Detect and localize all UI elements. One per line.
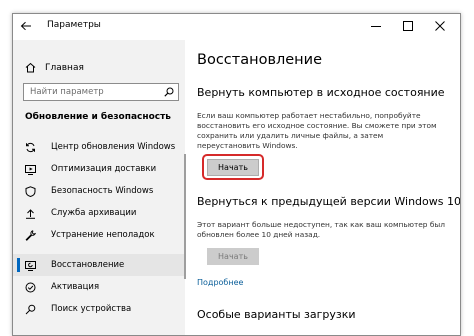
- sidebar-scrollbar[interactable]: [184, 154, 186, 279]
- home-icon: [25, 62, 36, 73]
- search-input[interactable]: Найти параметр: [23, 83, 179, 101]
- shield-icon: [13, 185, 51, 197]
- minimize-icon: [371, 26, 381, 27]
- rollback-description: Этот вариант больше недоступен, так как …: [197, 220, 445, 239]
- sidebar-item-troubleshoot[interactable]: Устранение неполадок: [13, 224, 185, 246]
- search-placeholder: Найти параметр: [30, 87, 104, 97]
- sidebar-item-activation[interactable]: Активация: [13, 276, 185, 298]
- sidebar-item-label: Безопасность Windows: [51, 186, 154, 196]
- minimize-button[interactable]: [361, 14, 391, 38]
- activation-icon: [13, 282, 51, 293]
- sidebar-item-label: Устранение неполадок: [51, 230, 155, 240]
- sync-icon: [13, 142, 51, 153]
- settings-window: Параметры Главная Найти параметр Обновле…: [12, 13, 461, 336]
- sidebar-item-label: Восстановление: [51, 260, 125, 270]
- back-button[interactable]: [15, 16, 37, 36]
- reset-description: Если ваш компьютер работает нестабильно,…: [197, 111, 437, 150]
- reset-start-button[interactable]: Начать: [207, 159, 259, 176]
- sidebar-home-label: Главная: [45, 62, 84, 73]
- backup-icon: [13, 208, 51, 219]
- close-button[interactable]: [425, 14, 455, 38]
- reset-heading: Вернуть компьютер в исходное состояние: [197, 86, 445, 99]
- recovery-icon: [13, 260, 51, 271]
- rollback-start-button: Начать: [207, 248, 259, 265]
- main-content: Восстановление Вернуть компьютер в исход…: [197, 40, 461, 335]
- sidebar-item-label: Поиск устройства: [51, 304, 132, 314]
- wrench-icon: [13, 229, 51, 241]
- sidebar-home[interactable]: Главная: [25, 62, 84, 73]
- search-icon: [164, 87, 174, 97]
- sidebar-item-find-device[interactable]: Поиск устройства: [13, 298, 185, 320]
- advanced-startup-heading: Особые варианты загрузки: [197, 308, 356, 321]
- sidebar-item-delivery-optimization[interactable]: Оптимизация доставки: [13, 158, 185, 180]
- rollback-heading: Вернуться к предыдущей версии Windows 10: [197, 195, 461, 208]
- sidebar-item-label: Служба архивации: [51, 208, 137, 218]
- title-bar: Параметры: [13, 14, 460, 40]
- delivery-optimization-icon: [13, 164, 51, 175]
- sidebar-item-recovery[interactable]: Восстановление: [13, 254, 185, 276]
- sidebar-item-label: Центр обновления Windows: [51, 142, 176, 152]
- sidebar-item-windows-update[interactable]: Центр обновления Windows: [13, 136, 185, 158]
- learn-more-link[interactable]: Подробнее: [197, 278, 243, 287]
- back-arrow-icon: [20, 21, 31, 31]
- sidebar-section-title: Обновление и безопасность: [25, 112, 171, 122]
- sidebar: Главная Найти параметр Обновление и безо…: [13, 40, 186, 335]
- window-title: Параметры: [47, 20, 101, 30]
- page-title: Восстановление: [197, 52, 323, 68]
- maximize-button[interactable]: [393, 14, 423, 38]
- close-icon: [435, 21, 445, 31]
- sidebar-item-windows-security[interactable]: Безопасность Windows: [13, 180, 185, 202]
- sidebar-item-label: Активация: [51, 282, 100, 292]
- find-device-icon: [13, 304, 51, 315]
- sidebar-item-backup[interactable]: Служба архивации: [13, 202, 185, 224]
- maximize-icon: [403, 21, 413, 31]
- sidebar-item-label: Оптимизация доставки: [51, 164, 157, 174]
